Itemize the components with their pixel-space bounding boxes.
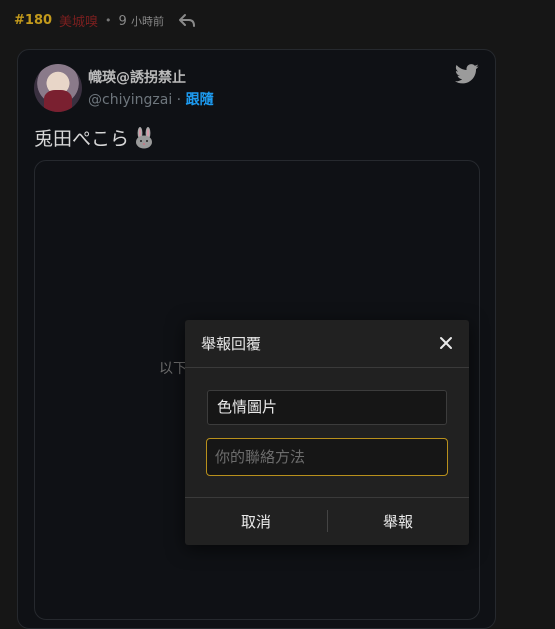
tweet-text-content: 兎田ぺこら [34,128,130,150]
cancel-button[interactable]: 取消 [185,498,327,544]
post-time-unit: 小時前 [130,14,164,28]
tweet-text: 兎田ぺこら [34,124,155,151]
post-number: #180 [14,13,53,28]
report-reason-select[interactable]: 色情圖片 [207,390,447,425]
modal-header-divider [185,367,469,368]
report-modal: 舉報回覆 色情圖片 取消 舉報 [185,320,469,545]
contact-input[interactable] [206,438,448,476]
post-username[interactable]: 美城嗅 [59,11,98,30]
tweet-author-line: @chiyingzai · 跟隨 [88,89,214,109]
avatar[interactable] [34,64,82,112]
post-time-number: 9 [118,13,127,29]
reply-icon[interactable] [178,13,196,29]
sensitive-media-warning: 以下 [159,361,187,377]
modal-title: 舉報回覆 [201,335,262,353]
rabbit-emoji-icon [136,126,153,148]
tweet-handle[interactable]: @chiyingzai [88,92,172,108]
separator-dot: • [105,14,112,27]
follow-link[interactable]: 跟隨 [186,92,214,108]
post-header: #180 美城嗅 • 9 小時前 [14,11,196,30]
report-button[interactable]: 舉報 [327,498,469,544]
post-time: 9 小時前 [119,13,164,29]
close-icon[interactable] [437,334,455,352]
handle-separator: · [172,92,186,108]
twitter-bird-icon[interactable] [455,64,479,84]
tweet-author-name[interactable]: 幟瑛@誘拐禁止 [88,67,186,87]
